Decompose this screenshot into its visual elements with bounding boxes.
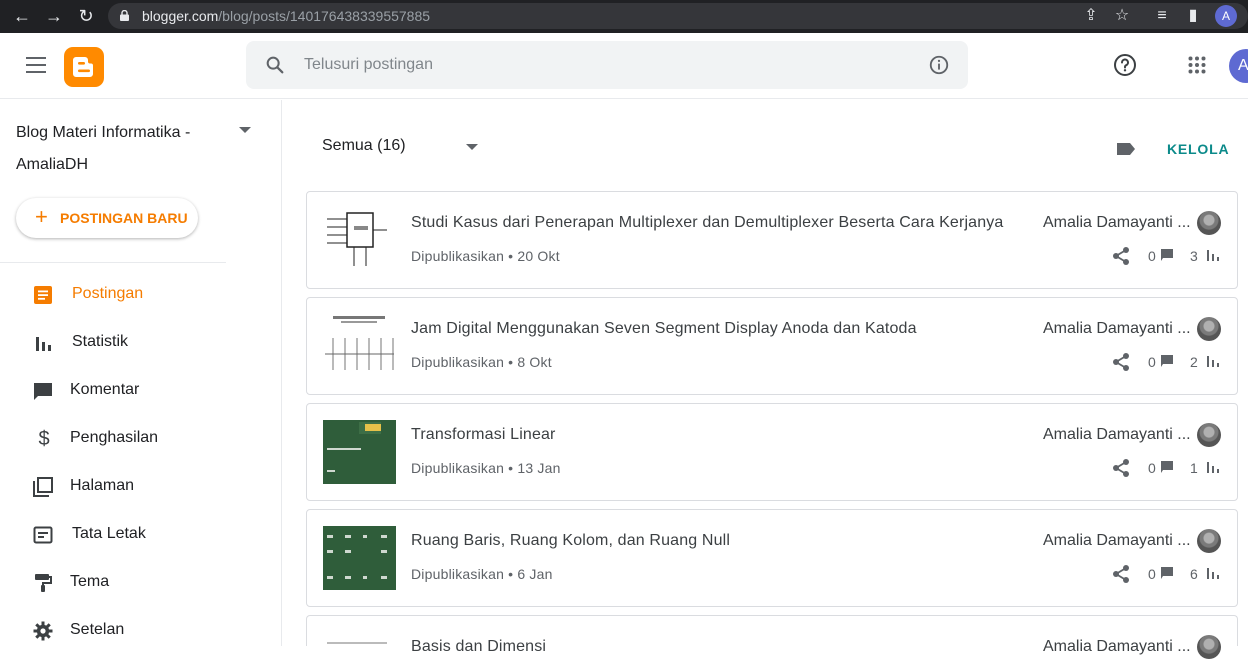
sidebar-item-pages[interactable]: Halaman: [0, 463, 282, 511]
post-author: Amalia Damayanti ...: [1043, 426, 1191, 443]
sidebar-item-theme[interactable]: Tema: [0, 559, 282, 607]
comment-icon: [1161, 249, 1173, 261]
comment-icon: [34, 383, 52, 400]
views-icon: [1207, 568, 1219, 579]
back-arrow-icon[interactable]: ←: [10, 4, 34, 28]
comment-icon: [1161, 567, 1173, 579]
views-icon: [1207, 356, 1219, 367]
plus-icon: +: [35, 204, 48, 229]
apps-grid-icon[interactable]: [1188, 56, 1206, 74]
comment-count: 0: [1148, 566, 1156, 582]
manage-button[interactable]: KELOLA: [1167, 141, 1229, 157]
post-author: Amalia Damayanti ...: [1043, 532, 1191, 549]
sidebar-item-settings[interactable]: Setelan: [0, 607, 282, 655]
search-bar[interactable]: Telusuri postingan: [246, 41, 968, 89]
sidebar-item-posts[interactable]: Postingan: [0, 271, 282, 319]
url-text: blogger.com/blog/posts/14017643833955788…: [142, 8, 431, 24]
sidebar: Blog Materi Informatika - AmaliaDH + POS…: [0, 100, 282, 646]
comment-count: 0: [1148, 354, 1156, 370]
sidebar-item-comments[interactable]: Komentar: [0, 367, 282, 415]
layout-icon: [33, 526, 53, 544]
post-thumbnail: [323, 208, 396, 272]
share-icon[interactable]: [1111, 564, 1131, 584]
post-title[interactable]: Ruang Baris, Ruang Kolom, dan Ruang Null: [411, 532, 730, 550]
comment-icon: [1161, 355, 1173, 367]
stats-icon: [36, 337, 51, 351]
divider: [0, 262, 226, 263]
post-meta: Dipublikasikan • 8 Okt: [411, 354, 552, 370]
comment-count: 0: [1148, 248, 1156, 264]
sidebar-item-layout[interactable]: Tata Letak: [0, 511, 282, 559]
pages-icon: [33, 477, 53, 497]
address-bar[interactable]: blogger.com/blog/posts/14017643833955788…: [108, 3, 1248, 29]
info-icon[interactable]: [928, 54, 950, 76]
post-meta: Dipublikasikan • 13 Jan: [411, 460, 561, 476]
reading-list-icon[interactable]: ≡: [1151, 5, 1173, 27]
post-thumbnail: [323, 632, 396, 647]
browser-profile-avatar[interactable]: A: [1215, 5, 1237, 27]
blog-selector[interactable]: Blog Materi Informatika - AmaliaDH: [16, 117, 216, 181]
post-thumbnail: [323, 526, 396, 590]
post-author: Amalia Damayanti ...: [1043, 214, 1191, 231]
account-avatar[interactable]: A: [1229, 49, 1248, 83]
post-author: Amalia Damayanti ...: [1043, 638, 1191, 655]
share-icon[interactable]: [1111, 246, 1131, 266]
paint-roller-icon: [35, 574, 52, 592]
comment-count: 0: [1148, 460, 1156, 476]
share-icon[interactable]: [1111, 352, 1131, 372]
posts-icon: [34, 286, 52, 304]
view-count: 2: [1190, 354, 1198, 370]
author-avatar: [1197, 211, 1221, 235]
post-title[interactable]: Basis dan Dimensi: [411, 638, 546, 656]
author-avatar: [1197, 317, 1221, 341]
post-row[interactable]: Studi Kasus dari Penerapan Multiplexer d…: [306, 191, 1238, 289]
post-title[interactable]: Transformasi Linear: [411, 426, 556, 444]
post-row[interactable]: Transformasi Linear Dipublikasikan • 13 …: [306, 403, 1238, 501]
blogger-logo[interactable]: [64, 47, 104, 87]
chevron-down-icon[interactable]: [466, 144, 478, 150]
post-row[interactable]: Jam Digital Menggunakan Seven Segment Di…: [306, 297, 1238, 395]
author-avatar: [1197, 423, 1221, 447]
menu-icon[interactable]: [26, 57, 46, 73]
post-thumbnail: [323, 314, 396, 378]
author-avatar: [1197, 529, 1221, 553]
post-row[interactable]: Ruang Baris, Ruang Kolom, dan Ruang Null…: [306, 509, 1238, 607]
help-icon[interactable]: [1113, 53, 1137, 77]
comment-icon: [1161, 461, 1173, 473]
app-header: Telusuri postingan A: [0, 33, 1248, 99]
bookmark-star-icon[interactable]: ☆: [1111, 5, 1133, 27]
view-count: 3: [1190, 248, 1198, 264]
browser-toolbar: ← → ↻ blogger.com/blog/posts/14017643833…: [0, 0, 1248, 33]
new-post-button[interactable]: + POSTINGAN BARU: [16, 198, 198, 238]
post-meta: Dipublikasikan • 20 Okt: [411, 248, 560, 264]
view-count: 6: [1190, 566, 1198, 582]
views-icon: [1207, 250, 1219, 261]
search-icon: [266, 56, 284, 74]
forward-arrow-icon[interactable]: →: [42, 4, 66, 28]
lock-icon: [120, 10, 129, 21]
reload-icon[interactable]: ↻: [74, 4, 98, 28]
gear-icon: [33, 621, 53, 641]
share-page-icon[interactable]: ⇪: [1080, 5, 1102, 27]
sidebar-item-stats[interactable]: Statistik: [0, 319, 282, 367]
side-panel-icon[interactable]: ▮: [1182, 5, 1204, 27]
share-icon[interactable]: [1111, 458, 1131, 478]
post-filter-select[interactable]: Semua (16): [322, 137, 406, 155]
views-icon: [1207, 462, 1219, 473]
label-tag-icon[interactable]: [1116, 142, 1136, 156]
post-author: Amalia Damayanti ...: [1043, 320, 1191, 337]
post-thumbnail: [323, 420, 396, 484]
post-title[interactable]: Jam Digital Menggunakan Seven Segment Di…: [411, 320, 917, 338]
post-row[interactable]: Basis dan Dimensi Amalia Damayanti ...: [306, 615, 1238, 659]
search-input[interactable]: Telusuri postingan: [304, 56, 433, 74]
post-meta: Dipublikasikan • 6 Jan: [411, 566, 553, 582]
author-avatar: [1197, 635, 1221, 659]
view-count: 1: [1190, 460, 1198, 476]
sidebar-item-earnings[interactable]: $ Penghasilan: [0, 415, 282, 463]
chevron-down-icon[interactable]: [239, 127, 251, 133]
post-title[interactable]: Studi Kasus dari Penerapan Multiplexer d…: [411, 214, 1003, 232]
dollar-icon: $: [38, 428, 50, 450]
